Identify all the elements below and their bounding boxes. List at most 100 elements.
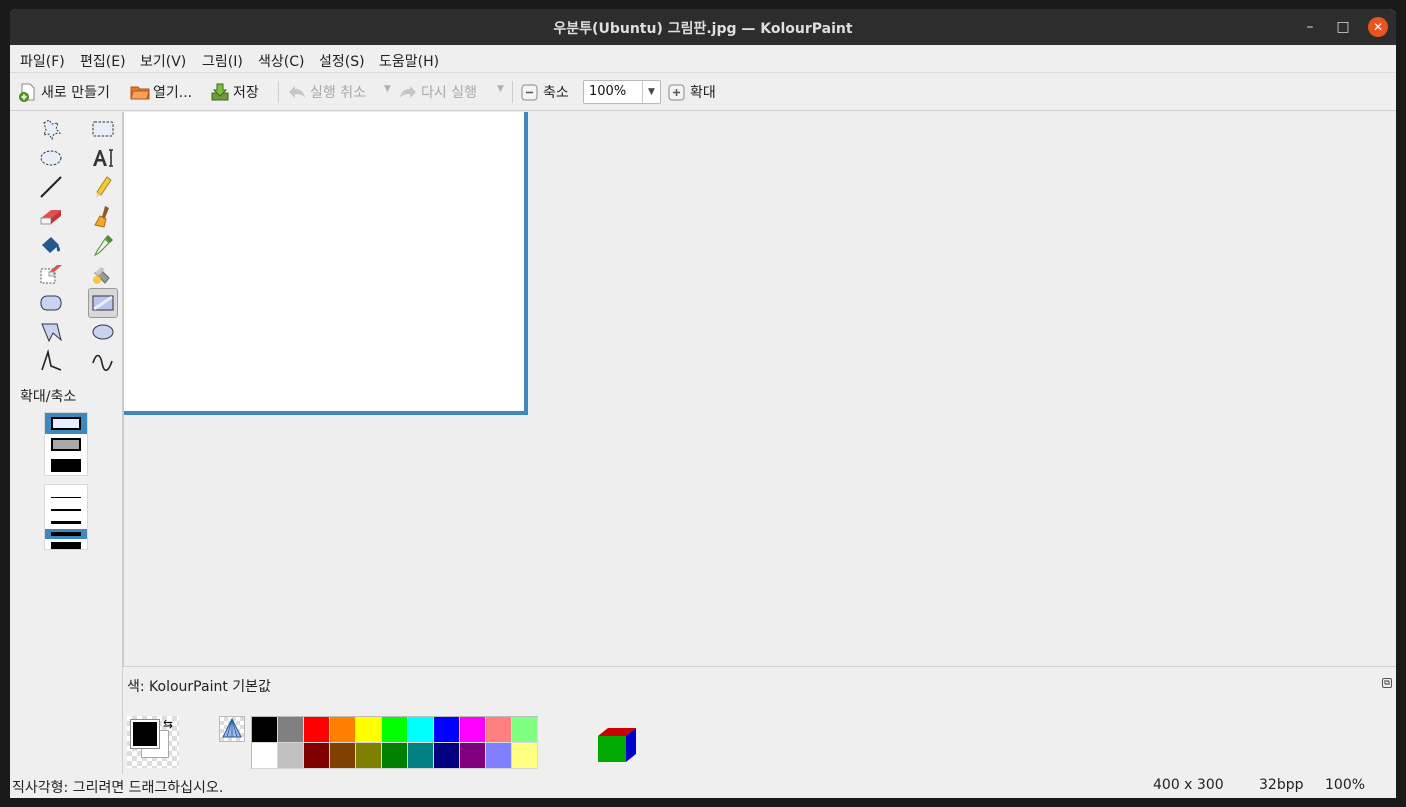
- line-width-1[interactable]: [51, 497, 81, 498]
- status-dimensions: 400 x 300: [1153, 777, 1224, 793]
- color-swatch[interactable]: [486, 743, 512, 769]
- line-width-3[interactable]: [51, 521, 81, 524]
- toolbar-separator: [512, 81, 513, 103]
- rectangle-tool[interactable]: [88, 288, 118, 318]
- polygon-icon: [41, 323, 62, 343]
- line-width-4-selected[interactable]: [45, 529, 87, 539]
- ellipse-tool[interactable]: [90, 319, 116, 345]
- close-button[interactable]: ✕: [1368, 17, 1388, 37]
- redo-dropdown-icon[interactable]: ▼: [497, 84, 504, 94]
- color-swatch[interactable]: [434, 743, 460, 769]
- color-swatch[interactable]: [330, 743, 356, 769]
- brush-tool[interactable]: [90, 203, 116, 229]
- flood-fill-tool[interactable]: [38, 232, 64, 258]
- color-swatch[interactable]: [486, 717, 512, 743]
- canvas-area[interactable]: [123, 112, 1396, 674]
- open-button[interactable]: 열기...: [130, 81, 192, 103]
- free-form-selection-icon: [43, 119, 62, 141]
- elliptical-selection-tool[interactable]: [38, 145, 64, 171]
- rounded-rectangle-icon: [40, 295, 62, 311]
- menu-image[interactable]: 그림(I): [202, 51, 243, 71]
- rectangle-icon: [92, 295, 114, 311]
- color-swatch[interactable]: [408, 717, 434, 743]
- transparent-color-button[interactable]: [219, 716, 245, 742]
- redo-icon: [398, 82, 418, 102]
- chevron-down-icon[interactable]: ▼: [642, 81, 660, 103]
- zoom-out-button[interactable]: 축소: [520, 81, 569, 103]
- elliptical-selection-icon: [40, 150, 62, 166]
- color-swatch-grid: [251, 716, 538, 769]
- fill-option-fg[interactable]: [51, 459, 81, 472]
- flood-fill-icon: [42, 237, 60, 253]
- spraycan-tool[interactable]: [90, 261, 116, 287]
- menu-edit[interactable]: 편집(E): [80, 51, 126, 71]
- color-picker-tool[interactable]: [90, 232, 116, 258]
- color-swatch[interactable]: [278, 717, 304, 743]
- color-swatch[interactable]: [330, 717, 356, 743]
- line-width-5[interactable]: [51, 542, 81, 549]
- color-swatch[interactable]: [278, 743, 304, 769]
- color-swatch[interactable]: [460, 717, 486, 743]
- color-swatch[interactable]: [304, 717, 330, 743]
- color-swatch[interactable]: [356, 743, 382, 769]
- menu-settings[interactable]: 설정(S): [319, 51, 365, 71]
- color-eraser-tool[interactable]: [38, 261, 64, 287]
- color-cube-icon[interactable]: [598, 722, 638, 766]
- text-tool-icon: [93, 149, 113, 167]
- fill-option-outline-selected[interactable]: [45, 413, 87, 434]
- color-swatch[interactable]: [512, 743, 538, 769]
- fill-option-bg[interactable]: [51, 438, 81, 451]
- zoom-value: 100%: [589, 84, 627, 99]
- color-swatch[interactable]: [382, 717, 408, 743]
- new-button[interactable]: 새로 만들기: [18, 81, 110, 103]
- pen-tool[interactable]: [90, 174, 116, 200]
- save-button[interactable]: 저장: [210, 81, 259, 103]
- color-swatch[interactable]: [434, 717, 460, 743]
- maximize-button[interactable]: □: [1333, 17, 1353, 37]
- undock-icon[interactable]: ⧉: [1382, 678, 1392, 688]
- transparency-pyramid-icon: [222, 717, 242, 738]
- color-swatch[interactable]: [356, 717, 382, 743]
- color-swatch[interactable]: [460, 743, 486, 769]
- color-swatch[interactable]: [382, 743, 408, 769]
- connected-lines-tool[interactable]: [38, 348, 64, 374]
- free-form-selection-tool[interactable]: [38, 116, 64, 142]
- brush-tool-icon: [94, 206, 109, 228]
- color-swatch[interactable]: [408, 743, 434, 769]
- undo-dropdown-icon[interactable]: ▼: [384, 84, 391, 94]
- menu-colors[interactable]: 색상(C): [258, 51, 304, 71]
- undo-button[interactable]: 실행 취소: [287, 81, 366, 103]
- foreground-color-swatch[interactable]: [130, 719, 160, 749]
- curve-tool[interactable]: [90, 348, 116, 374]
- redo-button-label: 다시 실행: [421, 85, 477, 101]
- color-swatch[interactable]: [512, 717, 538, 743]
- image-canvas[interactable]: [124, 112, 528, 415]
- color-swatch[interactable]: [304, 743, 330, 769]
- palette-title: 색: KolourPaint 기본값: [127, 679, 271, 695]
- zoom-in-button[interactable]: 확대: [667, 81, 716, 103]
- title-bar[interactable]: 우분투(Ubuntu) 그림판.jpg — KolourPaint – □ ✕: [10, 9, 1396, 45]
- zoom-in-icon: [667, 82, 687, 102]
- color-swatch[interactable]: [252, 743, 278, 769]
- rounded-rectangle-tool[interactable]: [38, 290, 64, 316]
- new-document-icon: [18, 82, 38, 102]
- minimize-button[interactable]: –: [1300, 17, 1320, 37]
- curve-icon: [92, 354, 113, 372]
- zoom-combo[interactable]: 100% ▼: [583, 80, 661, 104]
- menu-view[interactable]: 보기(V): [140, 51, 186, 71]
- color-swatch[interactable]: [252, 717, 278, 743]
- polygon-tool[interactable]: [38, 319, 64, 345]
- menu-file[interactable]: 파일(F): [20, 51, 65, 71]
- menu-help[interactable]: 도움말(H): [379, 51, 439, 71]
- spraycan-icon: [93, 267, 110, 284]
- line-tool[interactable]: [38, 174, 64, 200]
- rectangular-selection-tool[interactable]: [90, 116, 116, 142]
- swap-colors-icon[interactable]: ⇆: [163, 717, 173, 731]
- zoom-out-label: 축소: [543, 85, 569, 101]
- color-well[interactable]: ⇆: [127, 716, 179, 768]
- text-tool[interactable]: [90, 145, 116, 171]
- window-title: 우분투(Ubuntu) 그림판.jpg — KolourPaint: [553, 21, 853, 37]
- redo-button[interactable]: 다시 실행: [398, 81, 477, 103]
- line-width-2[interactable]: [51, 509, 81, 511]
- eraser-tool[interactable]: [38, 203, 64, 229]
